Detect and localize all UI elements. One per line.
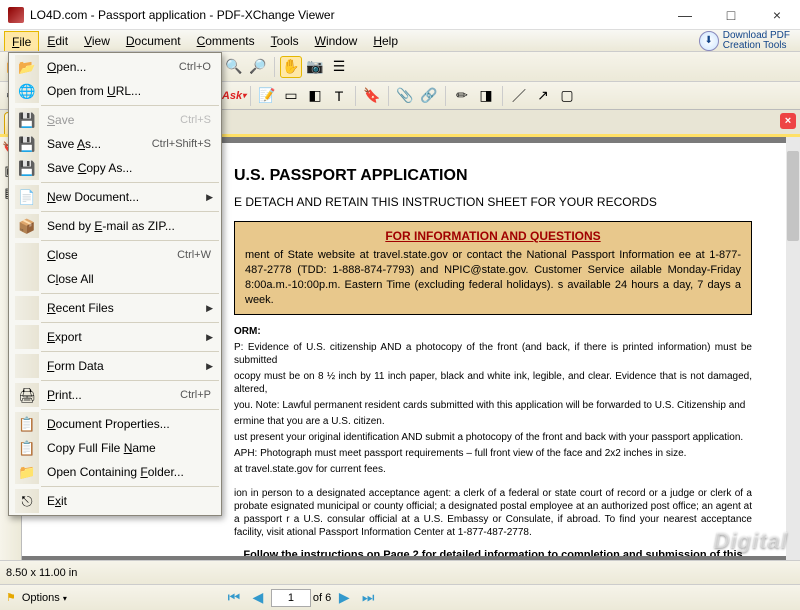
menu-copy-filename[interactable]: 📋 Copy Full File Name: [11, 436, 219, 460]
link-button[interactable]: 🔗: [418, 85, 440, 107]
p-line-2: ocopy must be on 8 ½ inch by 11 inch pap…: [234, 370, 752, 396]
save-icon: 💾: [15, 108, 39, 132]
sticky-note-button[interactable]: 📝: [256, 85, 278, 107]
minimize-button[interactable]: —: [662, 0, 708, 30]
p-line-3: you. Note: Lawful permanent resident car…: [234, 399, 752, 412]
first-page-button[interactable]: ⏮: [223, 587, 245, 609]
close-doc-button[interactable]: ×: [780, 113, 796, 129]
file-menu-dropdown: 📂 Open...Ctrl+O 🌐 Open from URL... 💾 Sav…: [8, 52, 222, 516]
menu-export[interactable]: Export▶: [11, 325, 219, 349]
info-box-body: ment of State website at travel.state.go…: [245, 248, 741, 307]
info-box-title: FOR INFORMATION AND QUESTIONS: [245, 228, 741, 244]
pencil-button[interactable]: ✏: [451, 85, 473, 107]
copy-icon: 📋: [15, 436, 39, 460]
app-icon: [8, 7, 24, 23]
title-bar: LO4D.com - Passport application - PDF-XC…: [0, 0, 800, 30]
save-as-icon: 💾: [15, 132, 39, 156]
vertical-scrollbar[interactable]: [786, 137, 800, 560]
menu-close-all[interactable]: Close All: [11, 267, 219, 291]
id-line: ust present your original identification…: [234, 431, 752, 444]
menu-save[interactable]: 💾 SaveCtrl+S: [11, 108, 219, 132]
properties-icon: 📋: [15, 412, 39, 436]
menu-bar: File Edit View Document Comments Tools W…: [0, 30, 800, 52]
folder-icon: 📁: [15, 460, 39, 484]
menu-form-data[interactable]: Form Data▶: [11, 354, 219, 378]
menu-new-document[interactable]: 📄 New Document...▶: [11, 185, 219, 209]
globe-icon: 🌐: [15, 79, 39, 103]
follow-line: Follow the instructions on Page 2 for de…: [234, 549, 752, 556]
menu-save-as[interactable]: 💾 Save As...Ctrl+Shift+S: [11, 132, 219, 156]
page-dimensions: 8.50 x 11.00 in: [6, 567, 77, 579]
save-copy-icon: 💾: [15, 156, 39, 180]
download-pdf-tools-button[interactable]: ⬇ Download PDF Creation Tools: [699, 31, 790, 51]
maximize-button[interactable]: □: [708, 0, 754, 30]
doc-title: U.S. PASSPORT APPLICATION: [234, 167, 752, 185]
menu-edit[interactable]: Edit: [39, 30, 76, 51]
menu-help[interactable]: Help: [365, 30, 406, 51]
scrollbar-thumb[interactable]: [787, 151, 799, 241]
menu-send-email-zip[interactable]: 📦 Send by E-mail as ZIP...: [11, 214, 219, 238]
textbox-button[interactable]: T: [328, 85, 350, 107]
arrow-button[interactable]: ↗: [532, 85, 554, 107]
menu-open-folder[interactable]: 📁 Open Containing Folder...: [11, 460, 219, 484]
menu-close[interactable]: CloseCtrl+W: [11, 243, 219, 267]
menu-document[interactable]: Document: [118, 30, 189, 51]
window-title: LO4D.com - Passport application - PDF-XC…: [30, 8, 662, 22]
search-button[interactable]: 🔎: [247, 56, 269, 78]
submenu-arrow-icon: ▶: [206, 303, 213, 314]
select-button[interactable]: ☰: [328, 56, 350, 78]
close-button[interactable]: ×: [754, 0, 800, 30]
menu-doc-properties[interactable]: 📋 Document Properties...: [11, 412, 219, 436]
menu-tools[interactable]: Tools: [263, 30, 307, 51]
new-doc-icon: 📄: [15, 185, 39, 209]
menu-save-copy[interactable]: 💾 Save Copy As...: [11, 156, 219, 180]
hand-tool-button[interactable]: ✋: [280, 56, 302, 78]
menu-view[interactable]: View: [76, 30, 118, 51]
options-bar: ⚑ Options ▾ ⏮ ◀ of 6 ▶ ⏭: [0, 584, 800, 610]
page-nav: ⏮ ◀ of 6 ▶ ⏭: [223, 587, 379, 609]
next-page-button[interactable]: ▶: [333, 587, 355, 609]
options-button[interactable]: Options ▾: [22, 592, 67, 604]
callout-button[interactable]: ◧: [304, 85, 326, 107]
ask-button[interactable]: Ask▾: [223, 85, 245, 107]
submenu-arrow-icon: ▶: [206, 361, 213, 372]
prev-page-button[interactable]: ◀: [247, 587, 269, 609]
submenu-arrow-icon: ▶: [206, 332, 213, 343]
menu-print[interactable]: 🖨 Print...Ctrl+P: [11, 383, 219, 407]
line-button[interactable]: ／: [508, 85, 530, 107]
exit-icon: ⎋: [15, 489, 39, 513]
menu-open[interactable]: 📂 Open...Ctrl+O: [11, 55, 219, 79]
email-zip-icon: 📦: [15, 214, 39, 238]
snapshot-button[interactable]: 📷: [304, 56, 326, 78]
menu-window[interactable]: Window: [307, 30, 366, 51]
menu-recent-files[interactable]: Recent Files▶: [11, 296, 219, 320]
highlight-button[interactable]: ▭: [280, 85, 302, 107]
find-button[interactable]: 🔍: [223, 56, 245, 78]
p-line-4: ermine that you are a U.S. citizen.: [234, 415, 752, 428]
status-bar: 8.50 x 11.00 in: [0, 560, 800, 584]
p-line-1: P: Evidence of U.S. citizenship AND a ph…: [234, 341, 752, 367]
printer-icon: 🖨: [15, 383, 39, 407]
close-doc-icon: [15, 243, 39, 267]
folder-open-icon: 📂: [15, 55, 39, 79]
bookmark-flag-icon[interactable]: ⚑: [6, 591, 16, 604]
rect-button[interactable]: ▢: [556, 85, 578, 107]
attach-button[interactable]: 📎: [394, 85, 416, 107]
agent-body: ion in person to a designated acceptance…: [234, 487, 752, 539]
stamp-button[interactable]: 🔖: [361, 85, 383, 107]
download-icon: ⬇: [699, 31, 719, 51]
doc-subtitle: E DETACH AND RETAIN THIS INSTRUCTION SHE…: [234, 195, 752, 209]
eraser-button[interactable]: ◨: [475, 85, 497, 107]
submenu-arrow-icon: ▶: [206, 192, 213, 203]
photo-line: APH: Photograph must meet passport requi…: [234, 447, 752, 460]
menu-file[interactable]: File: [4, 31, 39, 51]
page-total: of 6: [313, 592, 331, 604]
menu-open-url[interactable]: 🌐 Open from URL...: [11, 79, 219, 103]
menu-exit[interactable]: ⎋ Exit: [11, 489, 219, 513]
last-page-button[interactable]: ⏭: [357, 587, 379, 609]
info-box: FOR INFORMATION AND QUESTIONS ment of St…: [234, 221, 752, 315]
menu-comments[interactable]: Comments: [189, 30, 263, 51]
page-number-input[interactable]: [271, 589, 311, 607]
fee-line: at travel.state.gov for current fees.: [234, 463, 752, 476]
